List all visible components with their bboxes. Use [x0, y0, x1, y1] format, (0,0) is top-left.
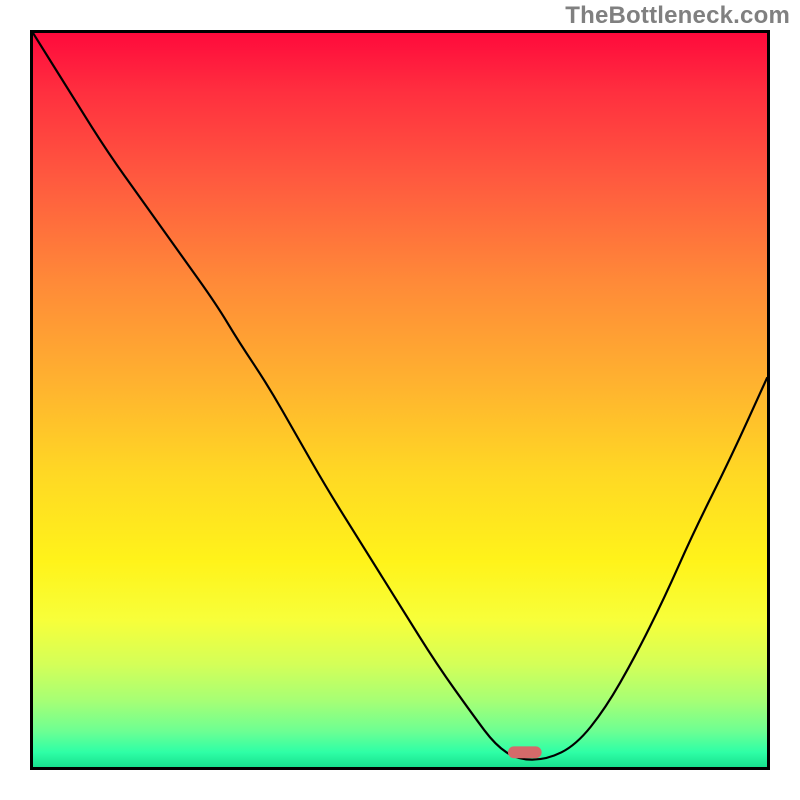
optimal-point-marker [508, 746, 542, 758]
bottleneck-chart: TheBottleneck.com [0, 0, 800, 800]
watermark-label: TheBottleneck.com [565, 2, 790, 30]
curve-layer [33, 33, 767, 767]
plot-area [30, 30, 770, 770]
bottleneck-curve [33, 33, 767, 760]
